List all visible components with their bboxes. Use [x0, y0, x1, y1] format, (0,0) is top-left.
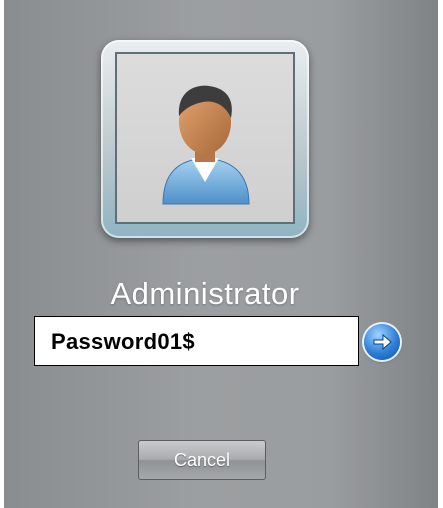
password-field[interactable]: Password01$	[34, 316, 359, 366]
logon-screen: Administrator Password01$ Cancel	[4, 0, 438, 508]
cancel-button[interactable]: Cancel	[138, 440, 266, 480]
user-avatar-icon	[162, 85, 250, 205]
user-tile-picture	[115, 52, 295, 224]
user-tile	[101, 40, 309, 238]
arrow-right-icon	[373, 333, 392, 351]
submit-button[interactable]	[364, 324, 400, 360]
username-label: Administrator	[110, 276, 300, 311]
